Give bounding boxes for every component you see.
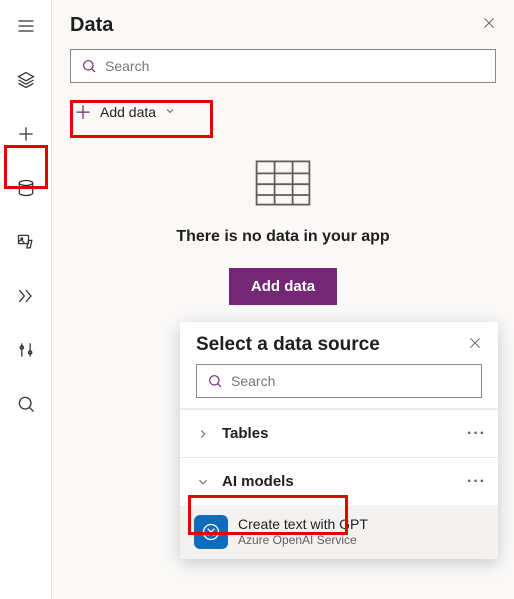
data-source-popover: Select a data source Tables ··· AI model…	[180, 322, 498, 559]
category-ai-models[interactable]: AI models ···	[180, 457, 498, 505]
search-nav-icon[interactable]	[6, 384, 46, 424]
search-icon	[207, 373, 223, 389]
panel-title: Data	[70, 14, 113, 37]
add-data-label: Add data	[100, 104, 156, 120]
close-icon[interactable]	[482, 16, 496, 35]
popover-title: Select a data source	[196, 334, 380, 356]
search-icon	[81, 58, 97, 74]
item-title: Create text with GPT	[238, 516, 368, 533]
add-icon[interactable]	[6, 114, 46, 154]
more-icon[interactable]: ···	[467, 425, 486, 443]
popover-search-field[interactable]	[231, 373, 471, 389]
chevron-down-icon	[196, 475, 216, 489]
category-label: Tables	[216, 425, 467, 442]
chevron-down-icon	[164, 104, 176, 120]
settings-sliders-icon[interactable]	[6, 330, 46, 370]
panel-header: Data	[70, 14, 496, 37]
search-input[interactable]	[70, 49, 496, 83]
data-source-item-gpt[interactable]: Create text with GPT Azure OpenAI Servic…	[180, 505, 498, 559]
hamburger-icon[interactable]	[6, 6, 46, 46]
chevron-right-icon	[196, 427, 216, 441]
table-icon	[254, 159, 312, 212]
layers-icon[interactable]	[6, 60, 46, 100]
popover-search-input[interactable]	[196, 364, 482, 398]
popover-header: Select a data source	[180, 322, 498, 364]
item-text: Create text with GPT Azure OpenAI Servic…	[238, 516, 368, 547]
plus-icon: ＋	[74, 99, 92, 125]
media-icon[interactable]	[6, 222, 46, 262]
item-subtitle: Azure OpenAI Service	[238, 533, 368, 547]
popover-close-icon[interactable]	[468, 336, 482, 355]
category-tables[interactable]: Tables ···	[180, 409, 498, 457]
data-icon[interactable]	[6, 168, 46, 208]
search-field[interactable]	[105, 58, 485, 74]
flows-icon[interactable]	[6, 276, 46, 316]
openai-icon	[194, 515, 228, 549]
nav-rail	[0, 0, 52, 599]
empty-state-text: There is no data in your app	[176, 228, 389, 246]
add-data-dropdown[interactable]: ＋ Add data	[70, 93, 496, 131]
add-data-button[interactable]: Add data	[229, 268, 337, 305]
category-label: AI models	[216, 473, 467, 490]
more-icon[interactable]: ···	[467, 473, 486, 491]
